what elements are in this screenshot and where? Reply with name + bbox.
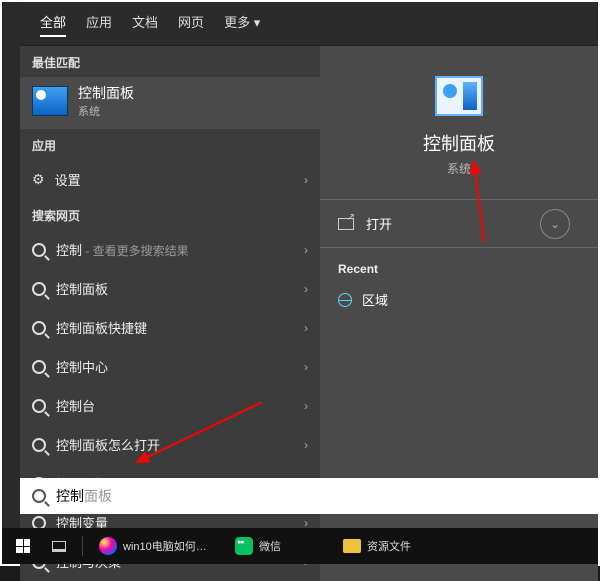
search-text: 控制面板 [56,486,112,506]
start-button[interactable] [8,533,38,559]
folder-icon [343,539,361,553]
search-icon [32,489,46,503]
best-match-title: 控制面板 [78,83,134,103]
gear-icon [32,171,45,188]
browser-icon [99,537,117,555]
recent-item[interactable]: 区域 [320,282,598,317]
taskbar-app-label: 资源文件 [367,538,411,554]
tab-docs[interactable]: 文档 [132,12,158,37]
taskbar: win10电脑如何设... 微信 资源文件 [2,528,598,564]
tab-more[interactable]: 更多 ▾ [224,12,260,37]
taskbar-app[interactable]: 资源文件 [335,532,419,560]
section-best-match: 最佳匹配 [20,46,320,77]
taskbar-app[interactable]: win10电脑如何设... [91,531,221,561]
control-panel-icon [32,86,68,116]
recent-item-label: 区域 [362,290,388,309]
chevron-right-icon: › [304,173,308,187]
detail-subtitle: 系统 [320,160,598,177]
search-icon [32,243,46,257]
region-icon [338,293,352,307]
taskbar-app[interactable]: 微信 [227,531,289,561]
best-match-subtitle: 系统 [78,103,134,119]
taskbar-app-label: 微信 [259,538,281,554]
detail-title: 控制面板 [320,130,598,156]
tab-all[interactable]: 全部 [40,12,66,37]
chevron-right-icon: › [304,360,308,374]
tab-apps[interactable]: 应用 [86,12,112,37]
taskbar-app-label: win10电脑如何设... [123,538,213,554]
control-panel-icon [435,76,483,116]
search-icon [32,438,46,452]
chevron-right-icon: › [304,321,308,335]
recent-header: Recent [320,248,598,282]
web-result[interactable]: 控制面板快捷键 › [20,308,320,347]
windows-icon [16,539,30,553]
expand-button[interactable]: ⌄ [540,209,570,239]
search-icon [32,360,46,374]
search-icon [32,321,46,335]
chevron-right-icon: › [304,243,308,257]
open-icon [338,218,354,230]
open-label: 打开 [366,214,392,233]
best-match-result[interactable]: 控制面板 系统 [20,77,320,129]
wechat-icon [235,537,253,555]
chevron-right-icon: › [304,399,308,413]
web-result[interactable]: 控制面板怎么打开 › [20,425,320,464]
app-result-settings[interactable]: 设置 › [20,160,320,199]
web-result[interactable]: 控制 - 查看更多搜索结果 › [20,230,320,269]
task-view-icon [52,541,66,552]
app-result-label: 设置 [55,170,81,189]
chevron-right-icon: › [304,438,308,452]
search-icon [32,399,46,413]
search-icon [32,282,46,296]
section-apps: 应用 [20,129,320,160]
web-result[interactable]: 控制面板 › [20,269,320,308]
section-web: 搜索网页 [20,199,320,230]
open-action[interactable]: 打开 ⌄ [320,200,598,247]
tab-web[interactable]: 网页 [178,12,204,37]
chevron-right-icon: › [304,282,308,296]
search-filter-tabs: 全部 应用 文档 网页 更多 ▾ [20,2,598,45]
web-result[interactable]: 控制中心 › [20,347,320,386]
search-input-bar[interactable]: 控制面板 [20,478,598,514]
task-view-button[interactable] [44,535,74,558]
web-result[interactable]: 控制台 › [20,386,320,425]
